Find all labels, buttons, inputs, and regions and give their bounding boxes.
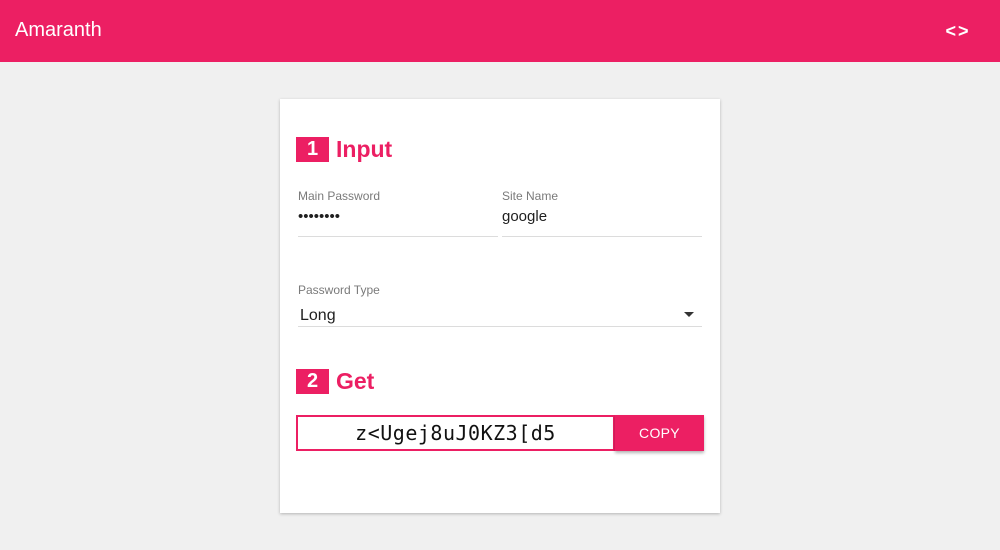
generated-password-output[interactable]: z<Ugej8uJ0KZ3[d5 <box>296 415 615 451</box>
section-title-get: Get <box>336 368 375 394</box>
main-card: 1 Input Main Password •••••••• Site Name… <box>280 99 720 513</box>
app-title: Amaranth <box>15 19 102 41</box>
site-name-input[interactable]: google <box>502 208 702 226</box>
arrow-drop-down-icon[interactable] <box>684 312 694 317</box>
password-type-value[interactable]: Long <box>300 306 336 326</box>
code-brackets-icon[interactable]: <> <box>942 17 974 45</box>
main-password-field[interactable]: Main Password •••••••• <box>298 189 498 237</box>
step-number-badge: 2 <box>296 369 329 394</box>
password-type-select[interactable]: Password Type Long <box>298 283 702 327</box>
main-password-input[interactable]: •••••••• <box>298 208 498 226</box>
password-type-label: Password Type <box>298 283 380 297</box>
app-bar: Amaranth <> <box>0 0 1000 62</box>
copy-button[interactable]: COPY <box>615 415 704 451</box>
section-title-input: Input <box>336 136 393 162</box>
step-number-badge: 1 <box>296 137 329 162</box>
main-password-label: Main Password <box>298 189 381 203</box>
site-name-label: Site Name <box>502 189 559 203</box>
site-name-field[interactable]: Site Name google <box>502 189 702 237</box>
